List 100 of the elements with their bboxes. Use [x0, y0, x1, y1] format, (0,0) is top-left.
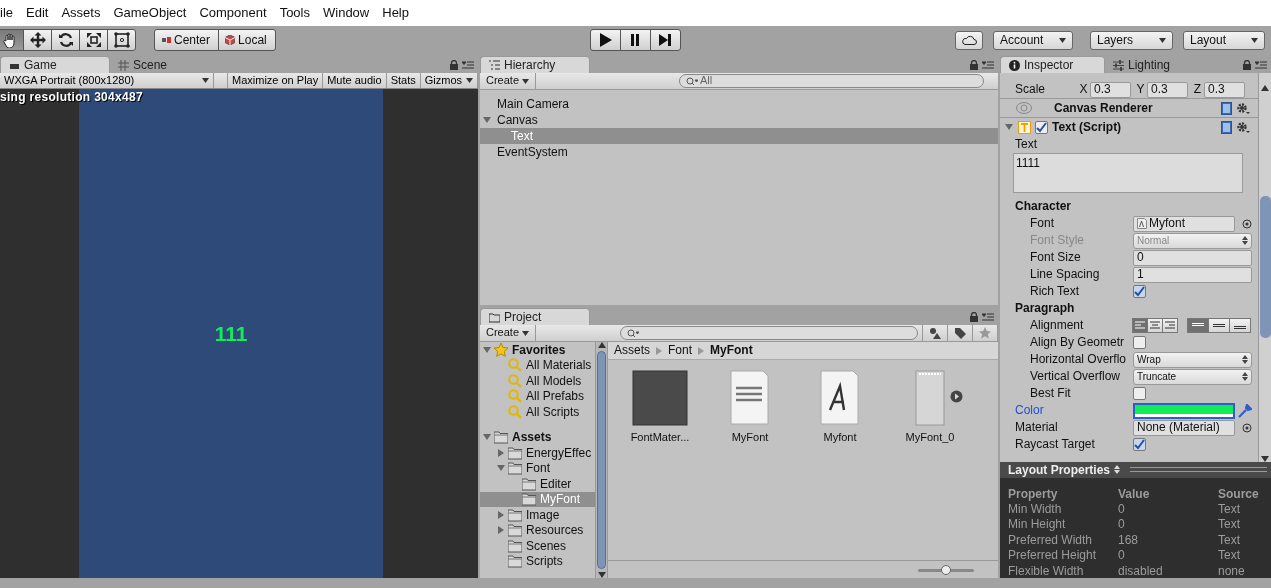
breadcrumb-item[interactable]: MyFont [710, 343, 753, 358]
asset-label[interactable]: Myfont [823, 431, 857, 445]
toggle-button[interactable]: Gizmos [420, 73, 478, 88]
dropdown[interactable]: Truncate [1133, 368, 1252, 385]
project-tree-item[interactable]: Assets [480, 429, 595, 445]
move-tool-button[interactable] [23, 29, 52, 51]
space-button[interactable]: Local [218, 29, 276, 51]
cloud-button[interactable] [955, 30, 983, 50]
font-file-thumbnail[interactable] [820, 370, 860, 426]
color-swatch[interactable] [1133, 402, 1235, 419]
scroll-down-icon[interactable] [597, 572, 606, 578]
checkbox[interactable] [1035, 120, 1048, 134]
step-button[interactable] [649, 29, 681, 51]
search-field[interactable] [620, 326, 918, 340]
menu-item[interactable]: ile [0, 5, 19, 21]
expand-subassets-icon[interactable] [950, 390, 963, 403]
toggle-button[interactable]: Maximize on Play [228, 73, 324, 88]
settings-gear-icon[interactable] [1236, 120, 1250, 134]
section-header[interactable]: Layout Properties [1000, 462, 1271, 478]
panel-menu-icon[interactable] [462, 61, 474, 69]
breadcrumb-item[interactable]: Assets [614, 343, 650, 358]
asset-label[interactable]: MyFont [731, 431, 769, 445]
collapsed-arrow-icon[interactable] [496, 447, 506, 458]
project-tree-item[interactable]: Favorites [480, 342, 595, 358]
menu-item[interactable]: Component [199, 5, 273, 21]
object-picker-icon[interactable] [1242, 218, 1252, 229]
lock-icon[interactable] [1243, 60, 1251, 70]
align-right-button[interactable] [1162, 318, 1178, 333]
align-bottom-button[interactable] [1229, 318, 1251, 333]
number-field[interactable]: 0.3 [1204, 81, 1245, 98]
checkbox[interactable] [1133, 336, 1146, 349]
material-thumbnail[interactable] [632, 370, 688, 426]
hierarchy-item[interactable]: Main Camera [480, 96, 998, 112]
menu-item[interactable]: Edit [26, 5, 55, 21]
project-tree-item[interactable]: All Scripts [480, 404, 595, 420]
expanded-arrow-icon[interactable] [482, 344, 492, 355]
collapsed-arrow-icon[interactable] [496, 509, 506, 520]
checkbox[interactable] [1133, 438, 1146, 451]
asset-label[interactable]: MyFont_0 [905, 431, 955, 445]
rect-tool-button[interactable] [107, 29, 136, 51]
expanded-arrow-icon[interactable] [482, 115, 492, 125]
panel-menu-icon[interactable] [982, 313, 994, 321]
dropdown-button[interactable]: Account [993, 30, 1073, 50]
menu-item[interactable]: Tools [279, 5, 316, 21]
asset-label[interactable]: FontMater... [630, 431, 690, 445]
scale-tool-button[interactable] [79, 29, 108, 51]
hierarchy-item[interactable]: EventSystem [480, 144, 998, 160]
help-book-icon[interactable] [1221, 120, 1232, 134]
panel-tab[interactable]: Scene [110, 56, 220, 73]
align-middle-button[interactable] [1208, 318, 1230, 333]
project-tree-item[interactable]: Scripts [480, 553, 595, 569]
number-field[interactable]: 0.3 [1147, 81, 1188, 98]
align-center-button[interactable] [1147, 318, 1163, 333]
panel-tab[interactable]: Lighting [1105, 56, 1200, 73]
lock-icon[interactable] [450, 60, 458, 70]
checkbox[interactable] [1133, 387, 1146, 400]
text-area[interactable]: 1111 [1013, 153, 1243, 193]
settings-gear-icon[interactable] [1236, 101, 1250, 115]
collapsed-arrow-icon[interactable] [496, 525, 506, 536]
pivot-button[interactable]: Center [154, 29, 220, 51]
project-tree-item[interactable]: All Prefabs [480, 388, 595, 404]
texture-thumbnail[interactable] [915, 370, 945, 426]
menu-item[interactable]: Window [323, 5, 376, 21]
panel-menu-icon[interactable] [1255, 61, 1267, 69]
zoom-slider[interactable] [918, 564, 974, 575]
project-tree-item[interactable]: Resources [480, 522, 595, 538]
input-field[interactable]: 1 [1133, 266, 1252, 283]
project-tree-item[interactable]: Editer [480, 476, 595, 492]
breadcrumb-item[interactable]: Font [668, 343, 693, 358]
scroll-up-icon[interactable] [1261, 85, 1269, 91]
checkbox[interactable] [1133, 285, 1146, 298]
toggle-button[interactable]: Stats [386, 73, 421, 88]
menu-item[interactable]: Assets [61, 5, 107, 21]
number-field[interactable]: 0.3 [1090, 81, 1131, 98]
help-book-icon[interactable] [1221, 101, 1232, 115]
align-top-button[interactable] [1187, 318, 1209, 333]
resolution-dropdown[interactable]: WXGA Portrait (800x1280) [0, 73, 214, 88]
hierarchy-item[interactable]: Canvas [480, 112, 998, 128]
eyedropper-icon[interactable] [1238, 403, 1252, 418]
dropdown-button[interactable]: Layout [1183, 30, 1265, 50]
panel-tab[interactable]: Inspector [1000, 56, 1105, 73]
object-field[interactable]: Myfont [1133, 215, 1235, 232]
slider-thumb[interactable] [941, 564, 951, 575]
lock-icon[interactable] [970, 312, 978, 322]
object-field[interactable]: None (Material) [1133, 419, 1235, 436]
project-tree-item[interactable]: Font [480, 460, 595, 476]
create-button[interactable]: Create [480, 73, 537, 89]
hand-tool-button[interactable] [0, 29, 24, 51]
panel-tab[interactable]: Project [480, 308, 590, 325]
expanded-arrow-icon[interactable] [1004, 122, 1014, 132]
rotate-tool-button[interactable] [51, 29, 80, 51]
play-button[interactable] [589, 29, 621, 51]
object-picker-icon[interactable] [1242, 422, 1252, 433]
panel-menu-icon[interactable] [982, 61, 994, 69]
create-button[interactable]: Create [480, 325, 537, 341]
toggle-button[interactable]: Mute audio [323, 73, 387, 88]
dropdown[interactable]: Wrap [1133, 351, 1252, 368]
search-field[interactable]: All [679, 74, 985, 88]
lock-icon[interactable] [970, 60, 978, 70]
align-left-button[interactable] [1132, 318, 1148, 333]
